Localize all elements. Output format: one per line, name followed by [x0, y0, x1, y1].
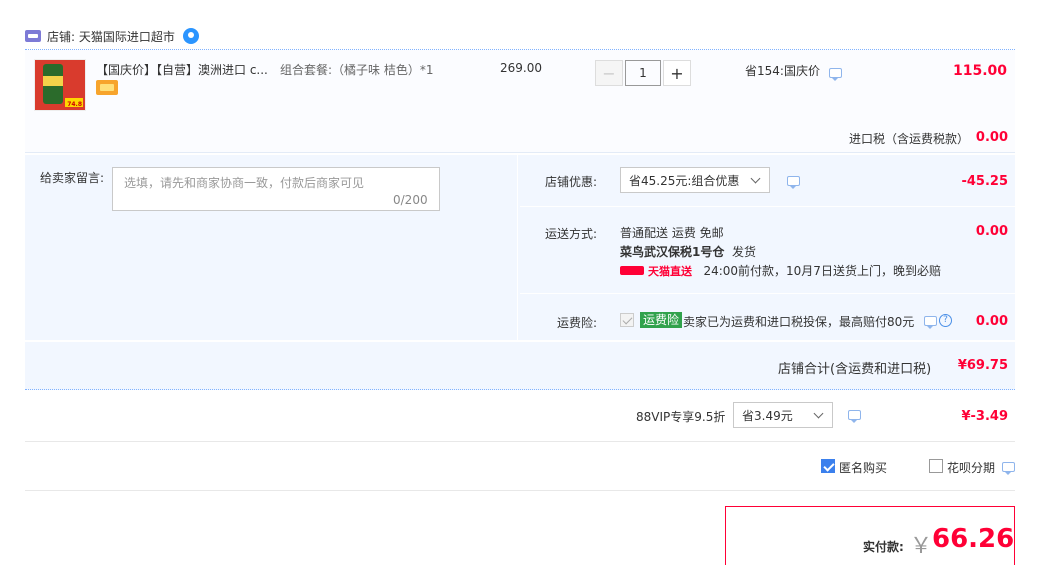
insurance-text: 卖家已为运费和进口税投保，最高赔付80元 — [683, 315, 915, 329]
thumb-price: 74.8 — [67, 101, 82, 108]
store-name[interactable]: 店铺: 天猫国际进口超市 — [47, 28, 175, 45]
insurance-label: 运费险: — [557, 316, 598, 330]
shipping-eta-line: 天猫直送 24:00前付款，10月7日送货上门，晚到必赔 — [620, 262, 941, 281]
quantity-plus-button[interactable]: + — [663, 60, 691, 86]
quantity-minus-button[interactable]: − — [595, 60, 623, 86]
comment-icon[interactable] — [848, 410, 861, 423]
shipping-warehouse-line: 菜鸟武汉保税1号仓 发货 — [620, 243, 941, 262]
insurance-value: 0.00 — [975, 314, 1008, 329]
store-subtotal-value: ¥69.75 — [957, 358, 1008, 373]
payment-currency: ￥ — [910, 534, 933, 559]
comment-icon[interactable] — [924, 316, 937, 329]
item-unit-price: 269.00 — [500, 61, 542, 75]
vip-discount-value: ¥-3.49 — [961, 409, 1008, 424]
comment-icon[interactable] — [829, 68, 842, 81]
payment-label: 实付款: — [863, 540, 904, 554]
divider — [520, 293, 1015, 294]
item-sku: 组合套餐:（橘子味 桔色）*1 — [280, 63, 434, 77]
installment-label[interactable]: 花呗分期 — [947, 459, 995, 476]
anonymous-label[interactable]: 匿名购买 — [839, 459, 887, 476]
tax-label: 进口税（含运费税款） — [849, 132, 970, 146]
item-promo: 省154:国庆价 — [745, 64, 820, 78]
divider — [520, 206, 1015, 207]
quantity-stepper: − 1 + — [595, 60, 691, 86]
message-char-count: 0/200 — [393, 193, 428, 207]
shop-discount-selected: 省45.25元:组合优惠 — [629, 173, 740, 188]
card-icon — [96, 80, 118, 95]
shipping-method: 普通配送 运费 免邮 — [620, 226, 724, 240]
comment-icon[interactable] — [1002, 462, 1015, 475]
message-placeholder: 选填，请先和商家协商一致，付款后商家可见 — [124, 176, 365, 190]
payment-total: 66.26 — [932, 524, 1015, 554]
shop-discount-select[interactable]: 省45.25元:组合优惠 — [620, 167, 770, 193]
chevron-down-icon — [750, 173, 761, 184]
quantity-input[interactable]: 1 — [625, 60, 661, 86]
shipping-warehouse: 菜鸟武汉保税1号仓 — [620, 245, 725, 259]
shipping-dispatch: 发货 — [732, 245, 757, 259]
shipping-eta: 24:00前付款，10月7日送货上门，晚到必赔 — [703, 264, 941, 278]
vip-discount-selected: 省3.49元 — [742, 408, 793, 423]
insurance-badge: 运费险 — [640, 312, 683, 328]
product-thumbnail[interactable]: 74.8 — [34, 59, 86, 111]
chevron-down-icon — [813, 408, 824, 419]
message-label: 给卖家留言: — [40, 171, 105, 185]
store-header: 店铺: 天猫国际进口超市 — [25, 25, 199, 47]
tmall-direct-badge: 天猫直送 — [620, 262, 692, 281]
divider — [25, 152, 1015, 153]
installment-checkbox[interactable] — [929, 459, 943, 473]
divider — [25, 490, 1015, 491]
help-icon[interactable]: ? — [939, 314, 952, 327]
item-total: 115.00 — [952, 63, 1007, 79]
store-icon — [25, 30, 41, 42]
shop-discount-label: 店铺优惠: — [545, 175, 598, 189]
divider — [25, 441, 1015, 442]
shipping-label: 运送方式: — [545, 227, 598, 241]
comment-icon[interactable] — [787, 176, 800, 189]
store-subtotal-label: 店铺合计(含运费和进口税) — [778, 362, 932, 377]
anonymous-checkbox[interactable] — [821, 459, 835, 473]
tax-value: 0.00 — [975, 130, 1008, 145]
vip-label: 88VIP专享9.5折 — [636, 410, 726, 424]
shipping-value: 0.00 — [975, 224, 1008, 239]
vip-discount-select[interactable]: 省3.49元 — [733, 402, 833, 428]
item-title[interactable]: 【国庆价】【自营】澳洲进口 c... — [96, 61, 276, 78]
shipping-details: 普通配送 运费 免邮 菜鸟武汉保税1号仓 发货 天猫直送 24:00前付款，10… — [620, 224, 941, 281]
insurance-checkbox[interactable] — [620, 313, 634, 327]
shop-discount-value: -45.25 — [961, 174, 1008, 189]
wangwang-chat-icon[interactable] — [182, 28, 199, 44]
